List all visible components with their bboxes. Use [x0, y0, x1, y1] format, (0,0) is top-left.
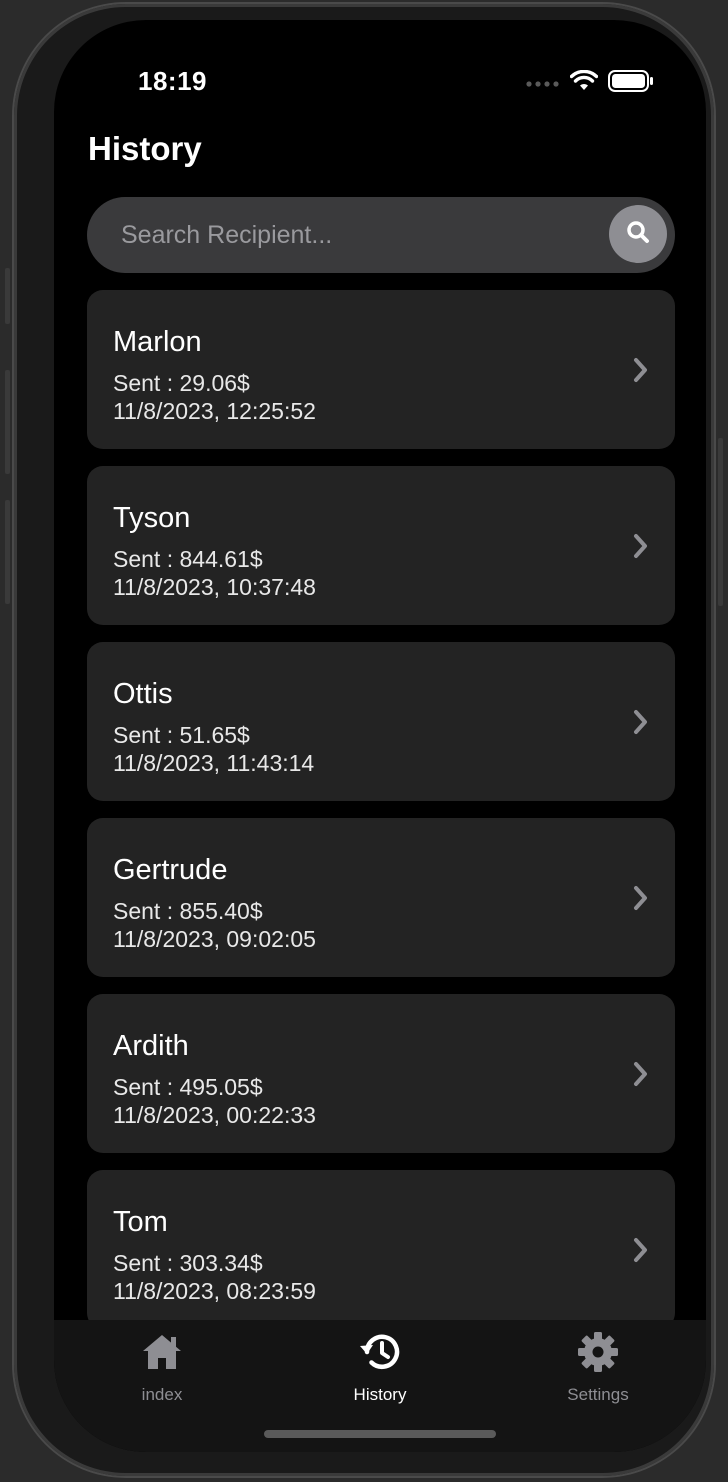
screen: 18:19 History Search Recipient... Marlon… [54, 20, 706, 1452]
transaction-card[interactable]: Tom Sent : 303.34$ 11/8/2023, 08:23:59 [87, 1170, 675, 1329]
sent-amount: Sent : 29.06$ [113, 370, 250, 396]
status-time: 18:19 [138, 66, 207, 96]
sent-amount: Sent : 51.65$ [113, 722, 250, 748]
search-input[interactable] [121, 197, 601, 273]
chevron-right-icon [633, 1061, 649, 1087]
search-bar [87, 197, 675, 273]
phone-frame: 18:19 History Search Recipient... Marlon… [5, 4, 723, 1476]
tab-label: Settings [567, 1385, 629, 1404]
transaction-date: 11/8/2023, 08:23:59 [113, 1278, 316, 1304]
transaction-card[interactable]: Gertrude Sent : 855.40$ 11/8/2023, 09:02… [87, 818, 675, 977]
chevron-right-icon [633, 1237, 649, 1263]
gear-icon [576, 1332, 620, 1377]
transaction-card[interactable]: Ottis Sent : 51.65$ 11/8/2023, 11:43:14 [87, 642, 675, 801]
recipient-name: Tom [113, 1206, 168, 1238]
battery-icon [608, 70, 654, 97]
home-icon [140, 1332, 184, 1377]
chevron-right-icon [633, 709, 649, 735]
transaction-card[interactable]: Ardith Sent : 495.05$ 11/8/2023, 00:22:3… [87, 994, 675, 1153]
sent-amount: Sent : 495.05$ [113, 1074, 263, 1100]
wifi-icon [569, 69, 599, 97]
sent-amount: Sent : 844.61$ [113, 546, 263, 572]
recipient-name: Gertrude [113, 854, 228, 886]
transaction-date: 11/8/2023, 11:43:14 [113, 750, 315, 776]
volume-down-button [5, 500, 10, 604]
sent-amount: Sent : 855.40$ [113, 898, 263, 924]
chevron-right-icon [633, 533, 649, 559]
mute-switch [5, 268, 10, 324]
recipient-name: Tyson [113, 502, 191, 534]
power-button [718, 438, 723, 606]
status-icons [526, 69, 654, 97]
transaction-list: Marlon Sent : 29.06$ 11/8/2023, 12:25:52… [87, 290, 675, 1346]
transaction-date: 11/8/2023, 00:22:33 [113, 1102, 316, 1128]
transaction-date: 11/8/2023, 09:02:05 [113, 926, 316, 952]
status-bar: 18:19 [54, 20, 706, 140]
transaction-date: 11/8/2023, 10:37:48 [113, 574, 316, 600]
tab-index[interactable]: index [82, 1332, 242, 1405]
recipient-name: Ardith [113, 1030, 189, 1062]
chevron-right-icon [633, 357, 649, 383]
tab-history[interactable]: History [300, 1332, 460, 1405]
tab-label: History [353, 1385, 407, 1404]
history-icon [358, 1332, 402, 1377]
volume-up-button [5, 370, 10, 474]
search-icon [625, 219, 651, 250]
transaction-card[interactable]: Tyson Sent : 844.61$ 11/8/2023, 10:37:48 [87, 466, 675, 625]
tab-settings[interactable]: Settings [518, 1332, 678, 1405]
chevron-right-icon [633, 885, 649, 911]
transaction-card[interactable]: Marlon Sent : 29.06$ 11/8/2023, 12:25:52 [87, 290, 675, 449]
transaction-date: 11/8/2023, 12:25:52 [113, 398, 316, 424]
recipient-name: Marlon [113, 326, 202, 358]
signal-icon [526, 75, 560, 93]
recipient-name: Ottis [113, 678, 173, 710]
home-indicator [264, 1430, 496, 1438]
sent-amount: Sent : 303.34$ [113, 1250, 263, 1276]
search-button[interactable] [609, 205, 667, 263]
page-title: History [88, 130, 202, 167]
tab-label: index [141, 1385, 183, 1404]
